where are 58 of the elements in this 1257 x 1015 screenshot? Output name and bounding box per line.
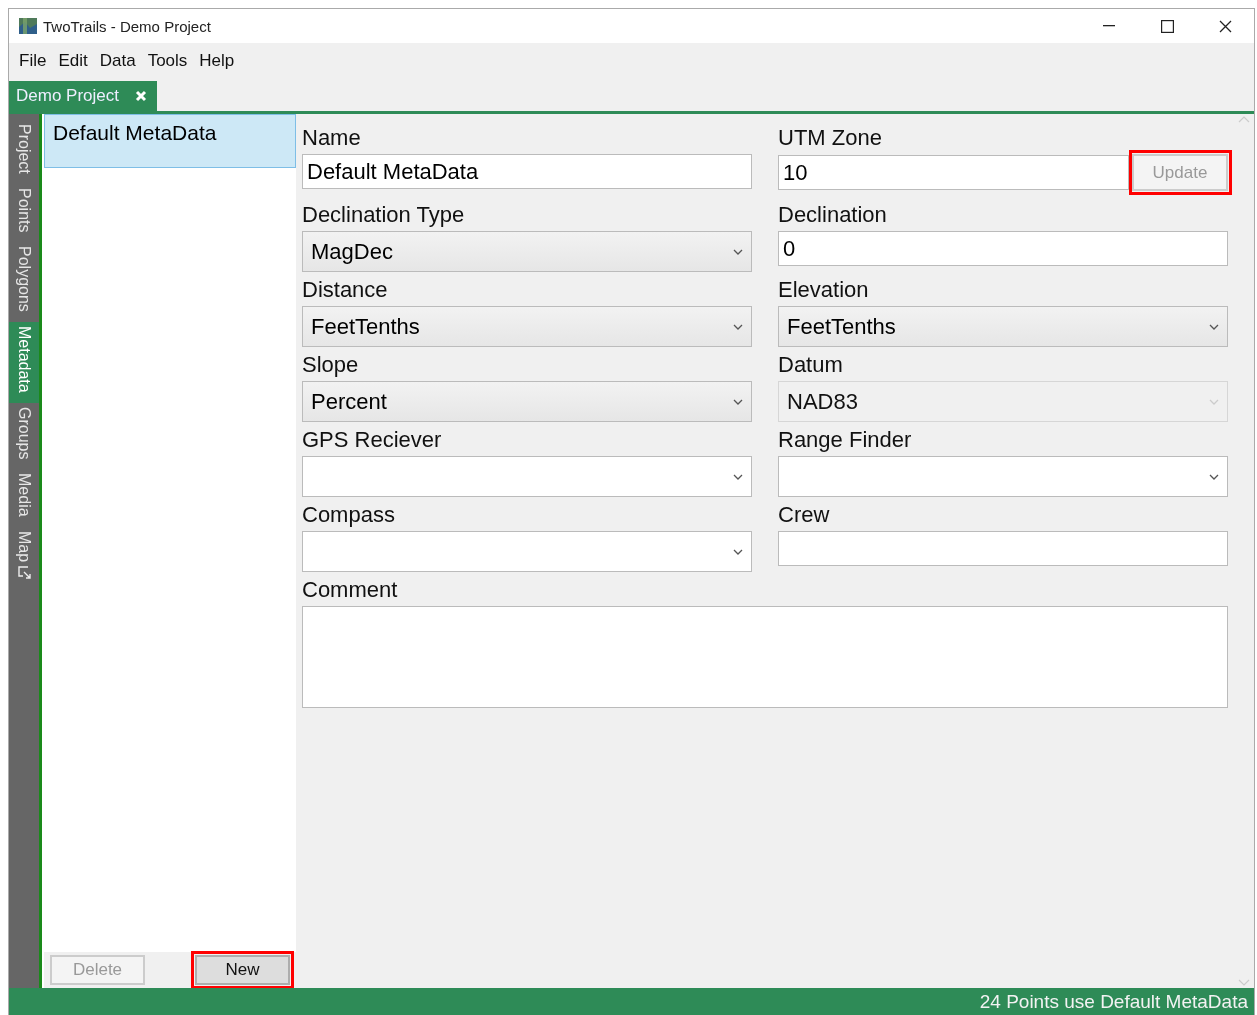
- menu-item[interactable]: File: [13, 51, 53, 71]
- text-field[interactable]: 0: [778, 231, 1228, 266]
- status-text: 24 Points use Default MetaData: [979, 990, 1248, 1013]
- field-label: Declination: [778, 201, 888, 229]
- side-tab[interactable]: Polygons: [9, 242, 39, 323]
- field-label: GPS Reciever: [302, 426, 443, 454]
- menu-item[interactable]: Tools: [141, 51, 194, 71]
- external-link-icon: [17, 566, 31, 579]
- chevron-down-icon: [733, 248, 743, 255]
- dropdown[interactable]: [302, 456, 752, 497]
- menu-item[interactable]: Data: [93, 51, 142, 71]
- close-icon[interactable]: [135, 90, 147, 102]
- field-label: Declination Type: [302, 201, 466, 229]
- chevron-down-icon: [733, 323, 743, 330]
- side-tab[interactable]: Points: [9, 183, 39, 243]
- field-label: Datum: [778, 351, 844, 379]
- dropdown[interactable]: FeetTenths: [778, 306, 1228, 347]
- window-title: TwoTrails - Demo Project: [43, 17, 211, 35]
- text-field[interactable]: 10: [778, 155, 1129, 190]
- field-label: Crew: [778, 501, 831, 529]
- dropdown[interactable]: [778, 456, 1228, 497]
- close-icon: [1218, 19, 1232, 33]
- chevron-down-icon: [733, 473, 743, 480]
- side-tab[interactable]: Metadata: [9, 322, 39, 403]
- list-item[interactable]: Default MetaData: [44, 114, 296, 168]
- scroll-up-icon[interactable]: [1238, 116, 1250, 123]
- chevron-down-icon: [733, 398, 743, 405]
- text-field[interactable]: [778, 531, 1228, 566]
- field-label: UTM Zone: [778, 124, 883, 152]
- menu-item[interactable]: Help: [193, 51, 241, 71]
- field-label: Range Finder: [778, 426, 913, 454]
- document-tab[interactable]: Demo Project: [9, 81, 157, 111]
- menu-item[interactable]: Edit: [52, 51, 94, 71]
- field-label: Compass: [302, 501, 396, 529]
- new-button[interactable]: New: [195, 955, 290, 985]
- field-label: Comment: [302, 576, 399, 604]
- side-tab[interactable]: Groups: [9, 402, 39, 470]
- chevron-down-icon: [733, 548, 743, 555]
- side-tab[interactable]: Map: [9, 526, 39, 589]
- dropdown[interactable]: FeetTenths: [302, 306, 752, 347]
- comment-field[interactable]: [302, 606, 1228, 708]
- field-label: Elevation: [778, 276, 870, 304]
- maximize-icon: [1160, 19, 1174, 33]
- minimize-icon: [1103, 25, 1115, 27]
- chevron-down-icon: [1209, 398, 1219, 405]
- app-logo-icon: [19, 17, 37, 35]
- scroll-down-icon[interactable]: [1238, 979, 1250, 986]
- dropdown[interactable]: Percent: [302, 381, 752, 422]
- side-tab[interactable]: Media: [9, 469, 39, 527]
- field-label: Slope: [302, 351, 360, 379]
- field-label: Name: [302, 124, 362, 152]
- chevron-down-icon: [1209, 323, 1219, 330]
- dropdown[interactable]: [302, 531, 752, 572]
- text-field[interactable]: Default MetaData: [302, 154, 752, 189]
- field-label: Distance: [302, 276, 389, 304]
- chevron-down-icon: [1209, 473, 1219, 480]
- dropdown[interactable]: MagDec: [302, 231, 752, 272]
- side-tab[interactable]: Project: [9, 120, 39, 184]
